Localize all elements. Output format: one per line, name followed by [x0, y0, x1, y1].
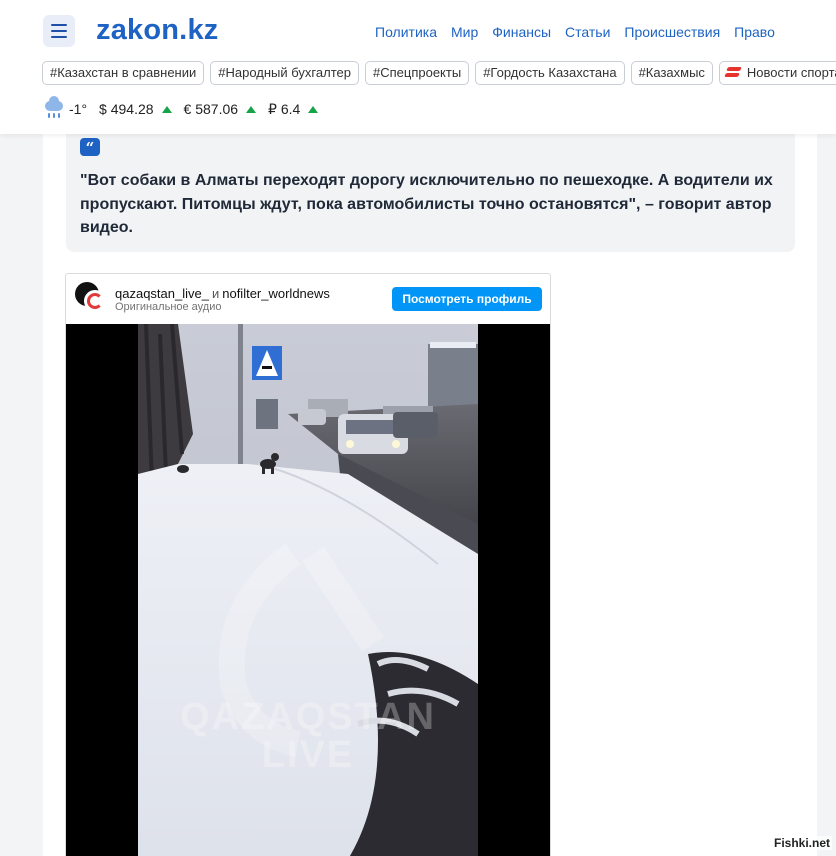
tag-kazakhstan-compare[interactable]: #Казахстан в сравнении: [42, 61, 205, 85]
rate-eur-value: € 587.06: [183, 101, 239, 117]
tag-kazakhmys[interactable]: #Казахмыс: [630, 61, 713, 85]
snow-cloud-icon: [43, 96, 65, 120]
tag-people-accountant[interactable]: #Народный бухгалтер: [210, 61, 359, 85]
view-profile-button[interactable]: Посмотреть профиль: [392, 287, 542, 311]
embed-header: qazaqstan_live_ и nofilter_worldnews Ориги…: [66, 274, 550, 324]
tag-bar: #Казахстан в сравнении #Народный бухгалт…: [42, 61, 836, 85]
nav-politics[interactable]: Политика: [375, 24, 437, 40]
info-ticker: -1° $ 494.28 € 587.06 ₽ 6.4: [43, 96, 330, 120]
nav-finance[interactable]: Финансы: [492, 24, 551, 40]
menu-icon[interactable]: [43, 15, 75, 47]
weather[interactable]: -1°: [43, 96, 88, 120]
tag-label: #Гордость Казахстана: [483, 65, 617, 80]
nav-articles[interactable]: Статьи: [565, 24, 610, 40]
tag-sport-news[interactable]: Новости спорта: [718, 61, 836, 85]
quote-icon: “: [80, 138, 100, 157]
watermark-line-2: LIVE: [261, 734, 355, 776]
rate-usd[interactable]: $ 494.28: [99, 101, 172, 117]
instagram-embed: qazaqstan_live_ и nofilter_worldnews Ориги…: [65, 273, 551, 856]
rate-rub[interactable]: ₽ 6.4: [268, 100, 319, 118]
rate-usd-value: $ 494.28: [99, 101, 154, 117]
main-nav: Политика Мир Финансы Статьи Происшествия…: [375, 24, 775, 40]
tag-pride-kazakhstan[interactable]: #Гордость Казахстана: [475, 61, 625, 85]
author-link-1[interactable]: qazaqstan_live_: [115, 286, 209, 301]
temperature: -1°: [69, 101, 88, 117]
tag-label: #Казахстан в сравнении: [50, 65, 197, 80]
video-player[interactable]: QAZAQSTAN LIVE: [66, 324, 550, 856]
audio-label: Оригинальное аудио: [115, 301, 222, 313]
tag-special-projects[interactable]: #Спецпроекты: [364, 61, 470, 85]
watermark-line-1: QAZAQSTAN: [180, 696, 436, 738]
arrow-up-icon: [246, 105, 257, 113]
arrow-up-icon: [308, 105, 319, 113]
nav-world[interactable]: Мир: [451, 24, 478, 40]
embed-authors: qazaqstan_live_ и nofilter_worldnews: [115, 286, 330, 301]
rate-rub-value: ₽ 6.4: [268, 100, 301, 117]
tag-label: #Спецпроекты: [372, 65, 462, 80]
nav-incidents[interactable]: Происшествия: [624, 24, 720, 40]
quote-text: "Вот собаки в Алматы переходят дорогу ис…: [80, 172, 773, 236]
arrow-up-icon: [161, 105, 172, 113]
video-frame: QAZAQSTAN LIVE: [138, 324, 478, 856]
site-header: zakon.kz Политика Мир Финансы Статьи Про…: [0, 0, 836, 134]
sport-logo-icon: [723, 67, 742, 79]
nav-law[interactable]: Право: [734, 24, 775, 40]
tag-label: #Казахмыс: [638, 65, 705, 80]
tag-label: Новости спорта: [746, 65, 836, 80]
rate-eur[interactable]: € 587.06: [184, 101, 257, 117]
tag-label: #Народный бухгалтер: [218, 65, 351, 80]
author-link-2[interactable]: nofilter_worldnews: [222, 286, 330, 301]
authors-conjunction: и: [211, 286, 220, 301]
site-logo[interactable]: zakon.kz: [96, 14, 218, 47]
source-watermark: Fishki.net: [771, 836, 832, 850]
avatar-secondary[interactable]: [84, 290, 106, 312]
